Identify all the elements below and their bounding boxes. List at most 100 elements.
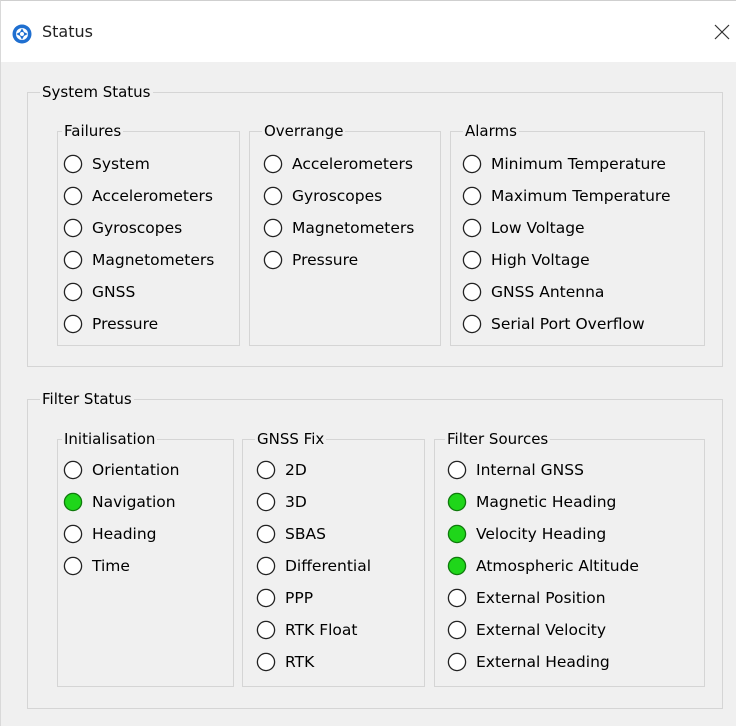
- filter-sources-external-position-radio[interactable]: External Position: [447, 587, 606, 609]
- alarms-gnss-antenna-radio[interactable]: GNSS Antenna: [462, 281, 604, 303]
- status-indicator-off-icon: [462, 186, 482, 206]
- radio-label: Accelerometers: [292, 155, 413, 173]
- status-indicator-off-icon: [447, 652, 467, 672]
- filter-sources-internal-gnss-radio[interactable]: Internal GNSS: [447, 459, 584, 481]
- radio-label: Serial Port Overflow: [491, 315, 645, 333]
- status-indicator-off-icon: [63, 524, 83, 544]
- radio-label: SBAS: [285, 525, 326, 543]
- status-indicator-off-icon: [256, 556, 276, 576]
- failures-gyroscopes-radio[interactable]: Gyroscopes: [63, 217, 182, 239]
- status-indicator-on-icon: [447, 524, 467, 544]
- initialisation-label: Initialisation: [62, 430, 158, 448]
- failures-label: Failures: [62, 122, 124, 140]
- gnss-fix-rtk-radio[interactable]: RTK: [256, 651, 314, 673]
- status-indicator-off-icon: [462, 218, 482, 238]
- gnss-fix-2d-radio[interactable]: 2D: [256, 459, 307, 481]
- status-indicator-off-icon: [263, 250, 283, 270]
- gnss-fix-ppp-radio[interactable]: PPP: [256, 587, 313, 609]
- close-icon[interactable]: [707, 17, 736, 47]
- gnss-fix-differential-radio[interactable]: Differential: [256, 555, 371, 577]
- radio-label: External Velocity: [476, 621, 607, 639]
- status-indicator-off-icon: [447, 588, 467, 608]
- status-indicator-off-icon: [256, 588, 276, 608]
- window-title: Status: [42, 22, 93, 41]
- status-indicator-off-icon: [256, 620, 276, 640]
- radio-label: 3D: [285, 493, 307, 511]
- gnss-fix-sbas-radio[interactable]: SBAS: [256, 523, 326, 545]
- filter-sources-external-heading-radio[interactable]: External Heading: [447, 651, 610, 673]
- radio-label: RTK: [285, 653, 315, 671]
- status-indicator-on-icon: [447, 556, 467, 576]
- status-indicator-off-icon: [256, 524, 276, 544]
- radio-label: GNSS Antenna: [491, 283, 605, 301]
- status-indicator-off-icon: [462, 282, 482, 302]
- radio-label: Time: [92, 557, 130, 575]
- radio-label: 2D: [285, 461, 307, 479]
- failures-accelerometers-radio[interactable]: Accelerometers: [63, 185, 213, 207]
- radio-label: Navigation: [92, 493, 176, 511]
- filter-sources-label: Filter Sources: [445, 430, 551, 448]
- radio-label: Maximum Temperature: [491, 187, 671, 205]
- radio-label: Low Voltage: [491, 219, 585, 237]
- overrange-accelerometers-radio[interactable]: Accelerometers: [263, 153, 413, 175]
- alarms-minimum-temperature-radio[interactable]: Minimum Temperature: [462, 153, 666, 175]
- initialisation-navigation-radio[interactable]: Navigation: [63, 491, 176, 513]
- gnss-fix-label: GNSS Fix: [255, 430, 327, 448]
- status-indicator-off-icon: [63, 282, 83, 302]
- failures-magnetometers-radio[interactable]: Magnetometers: [63, 249, 214, 271]
- alarms-low-voltage-radio[interactable]: Low Voltage: [462, 217, 585, 239]
- status-indicator-off-icon: [63, 556, 83, 576]
- alarms-maximum-temperature-radio[interactable]: Maximum Temperature: [462, 185, 670, 207]
- radio-label: RTK Float: [285, 621, 358, 639]
- status-indicator-off-icon: [447, 460, 467, 480]
- status-indicator-off-icon: [63, 154, 83, 174]
- radio-label: Pressure: [292, 251, 359, 269]
- filter-sources-external-velocity-radio[interactable]: External Velocity: [447, 619, 606, 641]
- gnss-fix-rtk-float-radio[interactable]: RTK Float: [256, 619, 357, 641]
- initialisation-time-radio[interactable]: Time: [63, 555, 130, 577]
- alarms-label: Alarms: [463, 122, 519, 140]
- radio-label: Differential: [285, 557, 372, 575]
- status-indicator-off-icon: [447, 620, 467, 640]
- radio-label: Magnetic Heading: [476, 493, 617, 511]
- filter-sources-atmospheric-altitude-radio[interactable]: Atmospheric Altitude: [447, 555, 639, 577]
- radio-label: Minimum Temperature: [491, 155, 666, 173]
- overrange-magnetometers-radio[interactable]: Magnetometers: [263, 217, 414, 239]
- radio-label: Accelerometers: [92, 187, 213, 205]
- overrange-pressure-radio[interactable]: Pressure: [263, 249, 358, 271]
- alarms-serial-port-overflow-radio[interactable]: Serial Port Overflow: [462, 313, 645, 335]
- status-indicator-off-icon: [462, 154, 482, 174]
- status-indicator-on-icon: [63, 492, 83, 512]
- overrange-gyroscopes-radio[interactable]: Gyroscopes: [263, 185, 382, 207]
- radio-label: Pressure: [92, 315, 159, 333]
- failures-gnss-radio[interactable]: GNSS: [63, 281, 135, 303]
- radio-label: Magnetometers: [92, 251, 215, 269]
- failures-system-radio[interactable]: System: [63, 153, 150, 175]
- alarms-high-voltage-radio[interactable]: High Voltage: [462, 249, 590, 271]
- initialisation-heading-radio[interactable]: Heading: [63, 523, 157, 545]
- filter-sources-magnetic-heading-radio[interactable]: Magnetic Heading: [447, 491, 616, 513]
- filter-status-label: Filter Status: [40, 390, 134, 408]
- title-bar[interactable]: Status: [1, 1, 736, 62]
- radio-label: Magnetometers: [292, 219, 415, 237]
- status-indicator-off-icon: [256, 460, 276, 480]
- filter-sources-velocity-heading-radio[interactable]: Velocity Heading: [447, 523, 606, 545]
- radio-label: External Heading: [476, 653, 610, 671]
- radio-label: Orientation: [92, 461, 180, 479]
- gnss-fix-3d-radio[interactable]: 3D: [256, 491, 307, 513]
- status-indicator-off-icon: [63, 250, 83, 270]
- radio-label: Gyroscopes: [292, 187, 383, 205]
- app-logo-icon: [12, 24, 32, 44]
- status-indicator-off-icon: [63, 218, 83, 238]
- status-indicator-off-icon: [256, 652, 276, 672]
- system-status-label: System Status: [40, 83, 153, 101]
- initialisation-orientation-radio[interactable]: Orientation: [63, 459, 180, 481]
- status-window: Status System Status Failures Overrange …: [0, 0, 736, 726]
- failures-pressure-radio[interactable]: Pressure: [63, 313, 158, 335]
- status-indicator-off-icon: [462, 314, 482, 334]
- radio-label: Heading: [92, 525, 157, 543]
- radio-label: Atmospheric Altitude: [476, 557, 639, 575]
- radio-label: Internal GNSS: [476, 461, 584, 479]
- status-indicator-off-icon: [462, 250, 482, 270]
- radio-label: Gyroscopes: [92, 219, 183, 237]
